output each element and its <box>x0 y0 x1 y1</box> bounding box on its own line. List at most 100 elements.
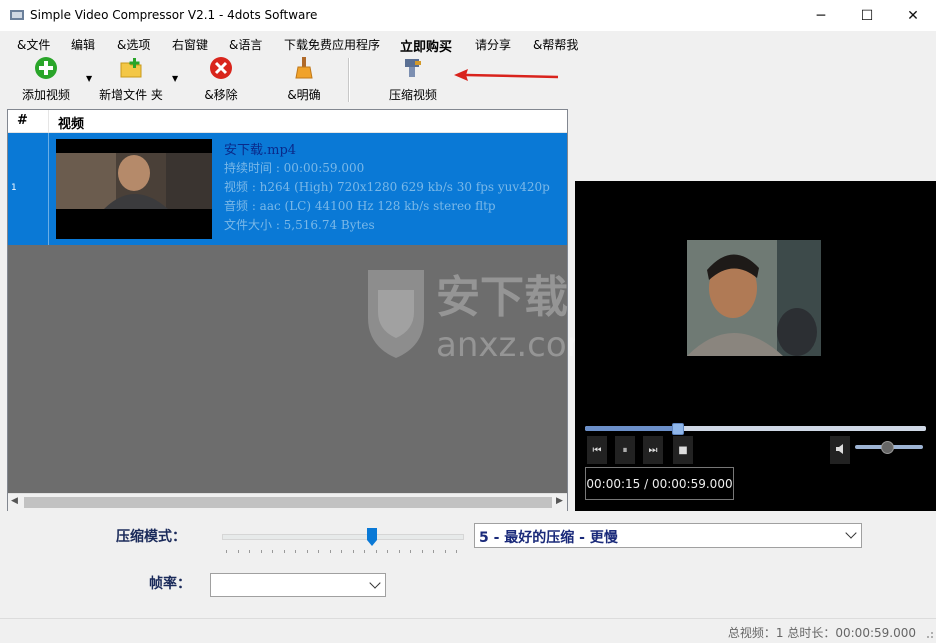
scroll-right-icon[interactable]: ▶ <box>556 496 563 506</box>
slider-tick <box>352 550 354 553</box>
compress-video-label: 压缩视频 <box>388 88 437 102</box>
resize-grip-icon[interactable] <box>924 629 934 639</box>
menu-download-free-apps[interactable]: 下载免费应用程序 <box>284 36 380 53</box>
menu-right-click[interactable]: 右窗键 <box>172 36 208 53</box>
add-icon <box>35 57 57 79</box>
slider-tick <box>444 550 446 553</box>
watermark-logo: 安下载 anxz.com <box>368 270 575 365</box>
status-bar: 总视频：1 总时长：00:00:59.000 <box>0 618 936 643</box>
row-number: 1 <box>11 183 17 193</box>
chevron-down-icon <box>845 527 857 539</box>
menu-buy-now[interactable]: 立即购买 <box>400 36 452 55</box>
add-folder-button[interactable]: 新增文件 夹 <box>97 56 165 103</box>
video-duration: 持续时间 : 00:00:59.000 <box>224 161 365 175</box>
chevron-down-icon <box>369 577 381 589</box>
folder-add-icon <box>120 58 142 78</box>
add-video-button[interactable]: 添加视频 <box>20 56 72 103</box>
seek-handle[interactable] <box>672 423 685 435</box>
time-display: 00:00:15 / 00:00:59.000 <box>585 467 734 500</box>
add-video-label: 添加视频 <box>21 88 70 102</box>
svg-text:anxz.com: anxz.com <box>436 325 575 365</box>
compression-mode-select[interactable]: 5 - 最好的压缩 - 更慢 <box>474 523 862 548</box>
menu-edit[interactable]: 编辑 <box>71 36 95 53</box>
next-button[interactable]: ⏭ <box>643 436 663 464</box>
slider-tick <box>295 550 296 553</box>
annotation-arrow <box>454 69 559 81</box>
add-folder-dropdown-icon[interactable]: ▼ <box>172 74 178 83</box>
slider-tick <box>421 550 423 553</box>
header-divider <box>48 110 49 132</box>
clear-label: &明确 <box>287 88 321 102</box>
slider-tick <box>260 550 262 553</box>
slider-tick <box>341 550 342 553</box>
remove-button[interactable]: &移除 <box>203 56 239 103</box>
menu-share[interactable]: 请分享 <box>475 36 511 53</box>
maximize-button[interactable]: ☐ <box>844 0 890 31</box>
list-header: # 视频 <box>8 110 567 133</box>
column-header-number[interactable]: # <box>17 113 28 128</box>
seek-progress <box>585 426 678 431</box>
slider-tick <box>410 550 411 553</box>
horizontal-scrollbar[interactable]: ◀ ▶ <box>8 493 567 511</box>
table-row[interactable]: 1 安下载.mp4 持续时间 : 00:00:59.000 视频 : h264 … <box>8 133 567 245</box>
slider-tick <box>456 550 457 553</box>
slider-tick <box>364 550 365 553</box>
compression-slider[interactable] <box>222 534 464 540</box>
row-divider <box>48 133 49 245</box>
menu-bar: &文件 编辑 &选项 右窗键 &语言 下载免费应用程序 立即购买 请分享 &帮帮… <box>0 31 936 55</box>
next-icon: ⏭ <box>648 444 658 456</box>
scrollbar-thumb[interactable] <box>24 497 552 508</box>
close-button[interactable]: ✕ <box>890 0 936 31</box>
slider-tick <box>398 550 400 553</box>
slider-tick <box>375 550 377 553</box>
title-bar: Simple Video Compressor V2.1 - 4dots Sof… <box>0 0 936 31</box>
compression-mode-label: 压缩模式： <box>116 529 186 545</box>
frame-rate-label: 帧率： <box>149 576 191 592</box>
slider-tick <box>306 550 308 553</box>
scroll-left-icon[interactable]: ◀ <box>11 496 18 506</box>
slider-tick <box>387 550 388 553</box>
frame-rate-select[interactable] <box>210 573 386 597</box>
remove-label: &移除 <box>204 88 238 102</box>
minimize-button[interactable]: ─ <box>798 0 844 31</box>
toolbar: 添加视频 ▼ 新增文件 夹 ▼ &移除 &明确 压缩视频 <box>0 54 936 106</box>
menu-options[interactable]: &选项 <box>117 36 150 53</box>
menu-help[interactable]: &帮帮我 <box>533 36 578 53</box>
menu-language[interactable]: &语言 <box>229 36 262 53</box>
volume-icon[interactable] <box>830 436 850 464</box>
slider-tick <box>318 550 319 553</box>
pause-button[interactable]: ⏸ <box>615 436 635 464</box>
volume-handle[interactable] <box>880 441 894 454</box>
video-thumbnail <box>56 139 212 239</box>
video-preview: ⏮ ⏸ ⏭ ■ 00:00:15 / 00:00:59.000 <box>575 181 936 511</box>
audio-stream-info: 音频 : aac (LC) 44100 Hz 128 kb/s stereo f… <box>224 199 496 213</box>
broom-icon <box>295 57 313 79</box>
slider-tick <box>329 550 331 553</box>
stop-icon: ■ <box>678 444 688 456</box>
volume-slider[interactable] <box>855 441 923 454</box>
window-title: Simple Video Compressor V2.1 - 4dots Sof… <box>30 8 318 22</box>
pause-icon: ⏸ <box>622 444 628 456</box>
stop-button[interactable]: ■ <box>673 436 693 464</box>
remove-icon <box>210 57 232 79</box>
previous-icon: ⏮ <box>592 444 602 456</box>
video-frame <box>687 240 821 356</box>
compress-icon <box>405 59 421 77</box>
slider-tick <box>237 550 239 553</box>
slider-tick <box>249 550 250 553</box>
app-icon <box>10 10 24 20</box>
seek-bar[interactable] <box>585 423 926 435</box>
video-file-size: 文件大小 : 5,516.74 Bytes <box>224 218 375 232</box>
slider-tick <box>283 550 285 553</box>
status-text: 总视频：1 总时长：00:00:59.000 <box>727 626 916 640</box>
compression-slider-thumb[interactable] <box>367 528 377 546</box>
menu-file[interactable]: &文件 <box>17 36 50 53</box>
video-stream-info: 视频 : h264 (High) 720x1280 629 kb/s 30 fp… <box>224 180 550 194</box>
column-header-video[interactable]: 视频 <box>58 113 84 132</box>
add-video-dropdown-icon[interactable]: ▼ <box>86 74 92 83</box>
compress-video-button[interactable]: 压缩视频 <box>387 56 439 103</box>
slider-tick <box>433 550 434 553</box>
add-folder-label: 新增文件 夹 <box>99 88 163 102</box>
clear-button[interactable]: &明确 <box>285 56 323 103</box>
previous-button[interactable]: ⏮ <box>587 436 607 464</box>
